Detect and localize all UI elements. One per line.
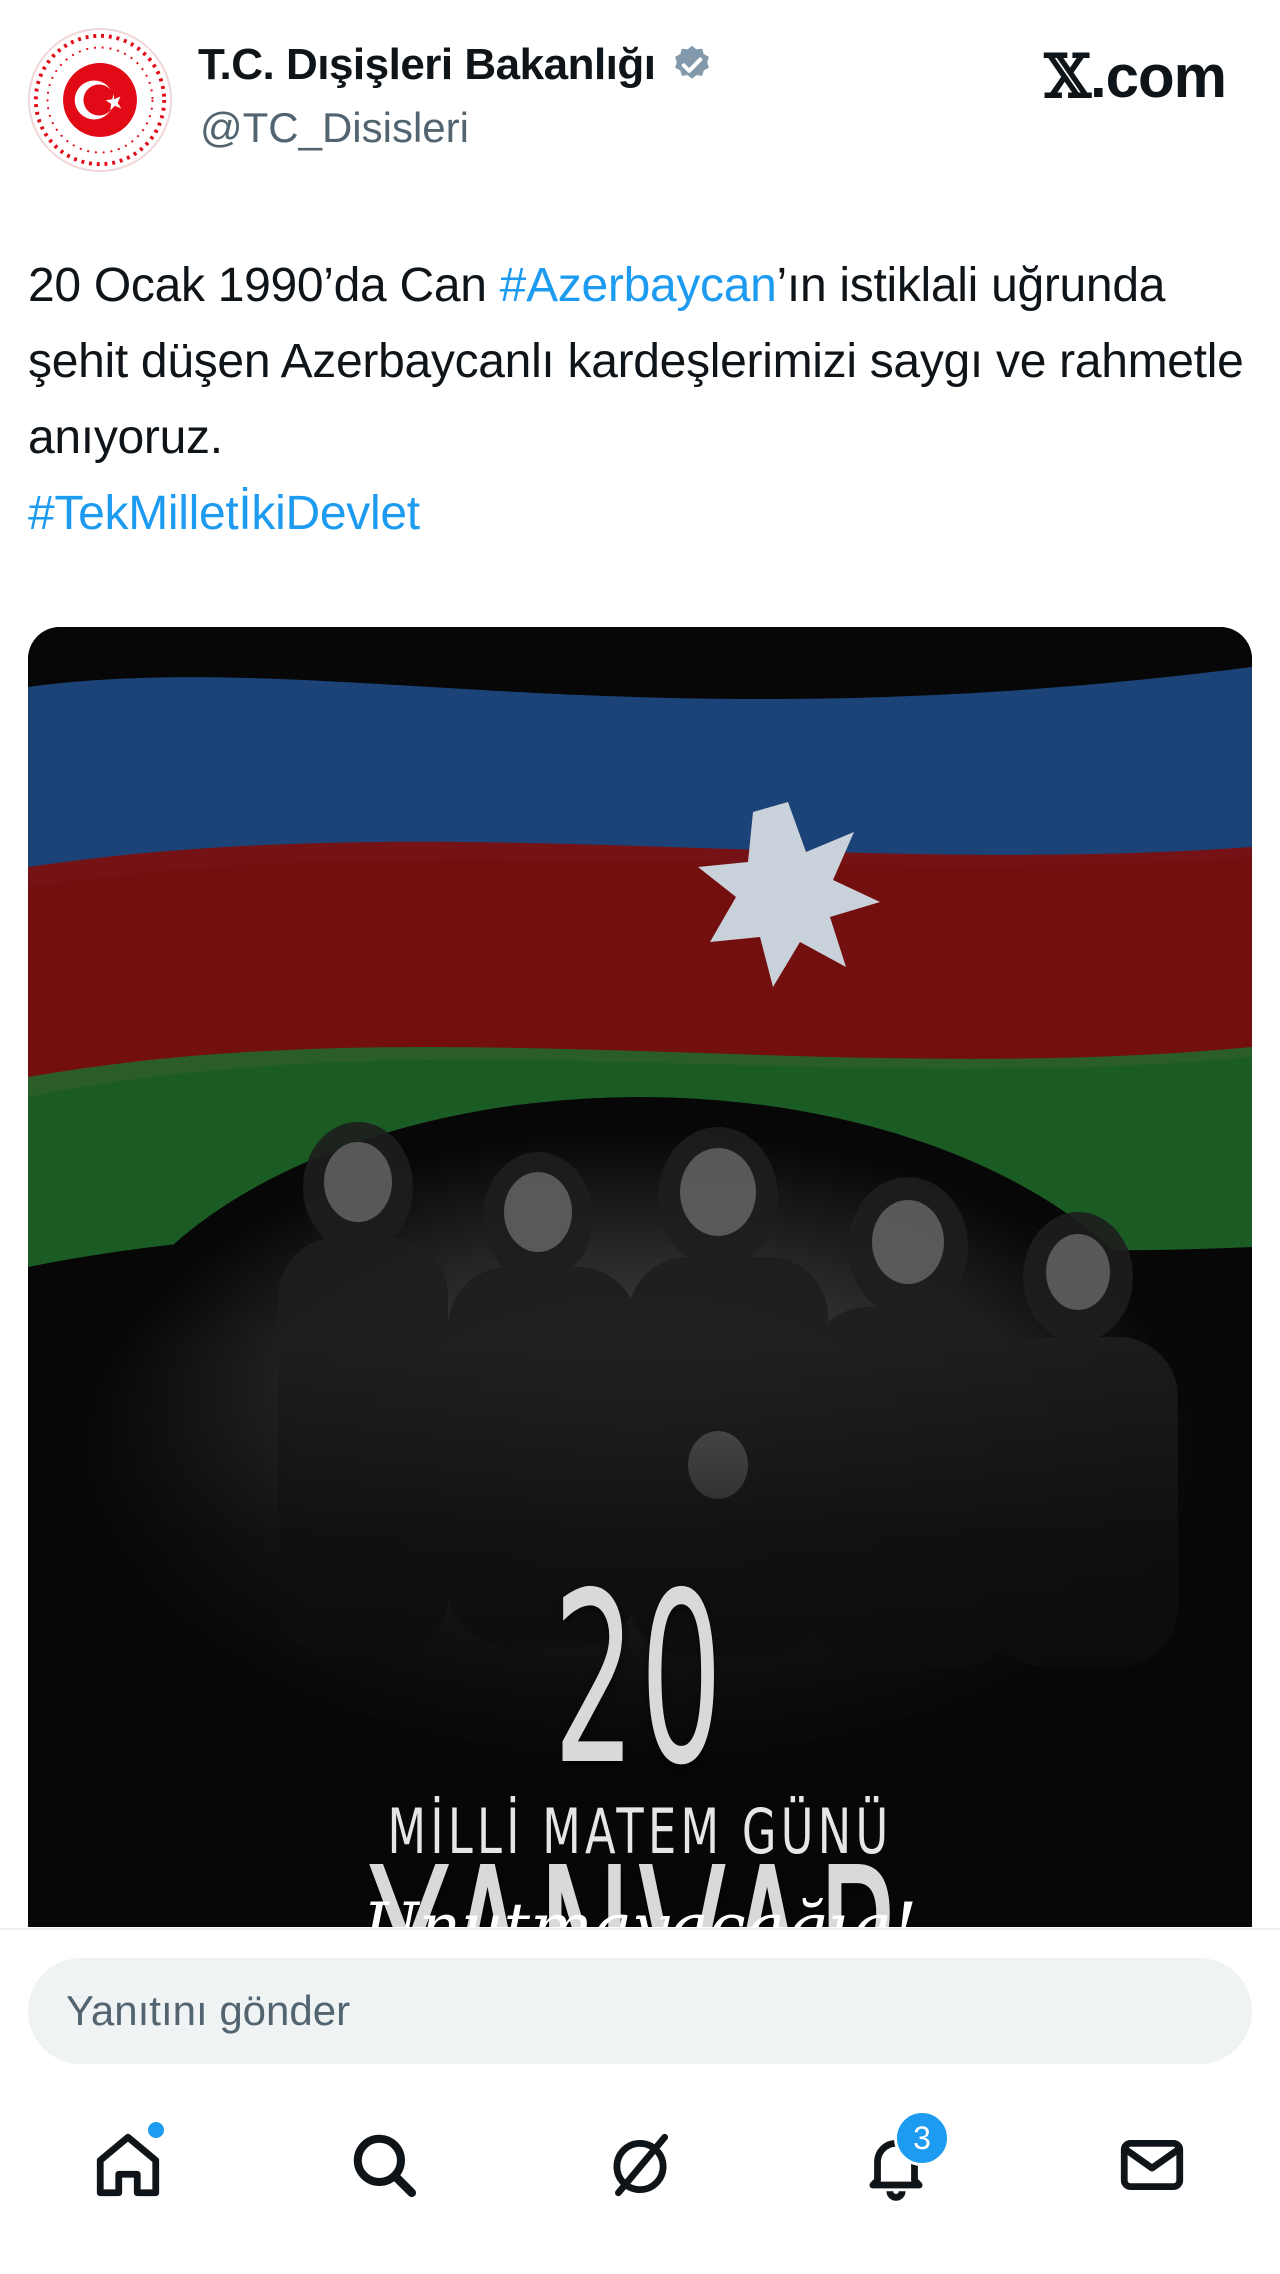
notification-count-badge: 3: [894, 2110, 950, 2166]
poster-subtitle: MİLLİ MATEM GÜNÜ: [387, 1795, 893, 1868]
poster-title: 20 YANVAR: [370, 1542, 907, 1927]
nav-grok[interactable]: [580, 2100, 700, 2230]
nav-notifications[interactable]: 3: [836, 2100, 956, 2230]
grok-icon: [613, 2133, 669, 2197]
tweet-text-part1: 20 Ocak 1990’da Can: [28, 259, 500, 312]
poster-script-text: Unutmayacağıq!: [28, 1889, 1252, 1927]
mail-icon: [1120, 2140, 1184, 2190]
brand-suffix: .com: [1089, 43, 1227, 110]
user-handle[interactable]: @TC_Disisleri: [200, 104, 469, 152]
home-notification-dot: [148, 2122, 164, 2138]
bottom-panel: Yanıtını gönder 3: [0, 1928, 1280, 2274]
display-name-text: T.C. Dışişleri Bakanlığı: [198, 40, 656, 89]
tweet-image[interactable]: 20 YANVAR MİLLİ MATEM GÜNÜ Unutmayacağıq…: [28, 627, 1252, 1927]
home-icon: [96, 2133, 160, 2197]
nav-messages[interactable]: [1092, 2100, 1212, 2230]
user-display-name[interactable]: T.C. Dışişleri Bakanlığı: [198, 40, 714, 90]
bottom-nav: 3: [0, 2100, 1280, 2250]
ministry-emblem-icon: [33, 33, 167, 167]
nav-home[interactable]: [68, 2100, 188, 2230]
profile-avatar[interactable]: [28, 28, 172, 172]
search-icon: [353, 2134, 417, 2198]
tweet-header: T.C. Dışişleri Bakanlığı @TC_Disisleri 𝕏…: [0, 0, 1280, 200]
hashtag-azerbaycan[interactable]: #Azerbaycan: [500, 259, 777, 312]
x-logo-icon: 𝕏: [1044, 42, 1091, 112]
hashtag-tekmilletikidevlet[interactable]: #TekMilletİkiDevlet: [28, 487, 420, 540]
x-com-logo[interactable]: 𝕏.com: [1044, 42, 1227, 112]
tweet-body: 20 Ocak 1990’da Can #Azerbaycan’ın istik…: [28, 248, 1258, 552]
nav-search[interactable]: [324, 2100, 444, 2230]
verified-badge-icon: [674, 45, 709, 79]
reply-input[interactable]: Yanıtını gönder: [28, 1958, 1252, 2064]
